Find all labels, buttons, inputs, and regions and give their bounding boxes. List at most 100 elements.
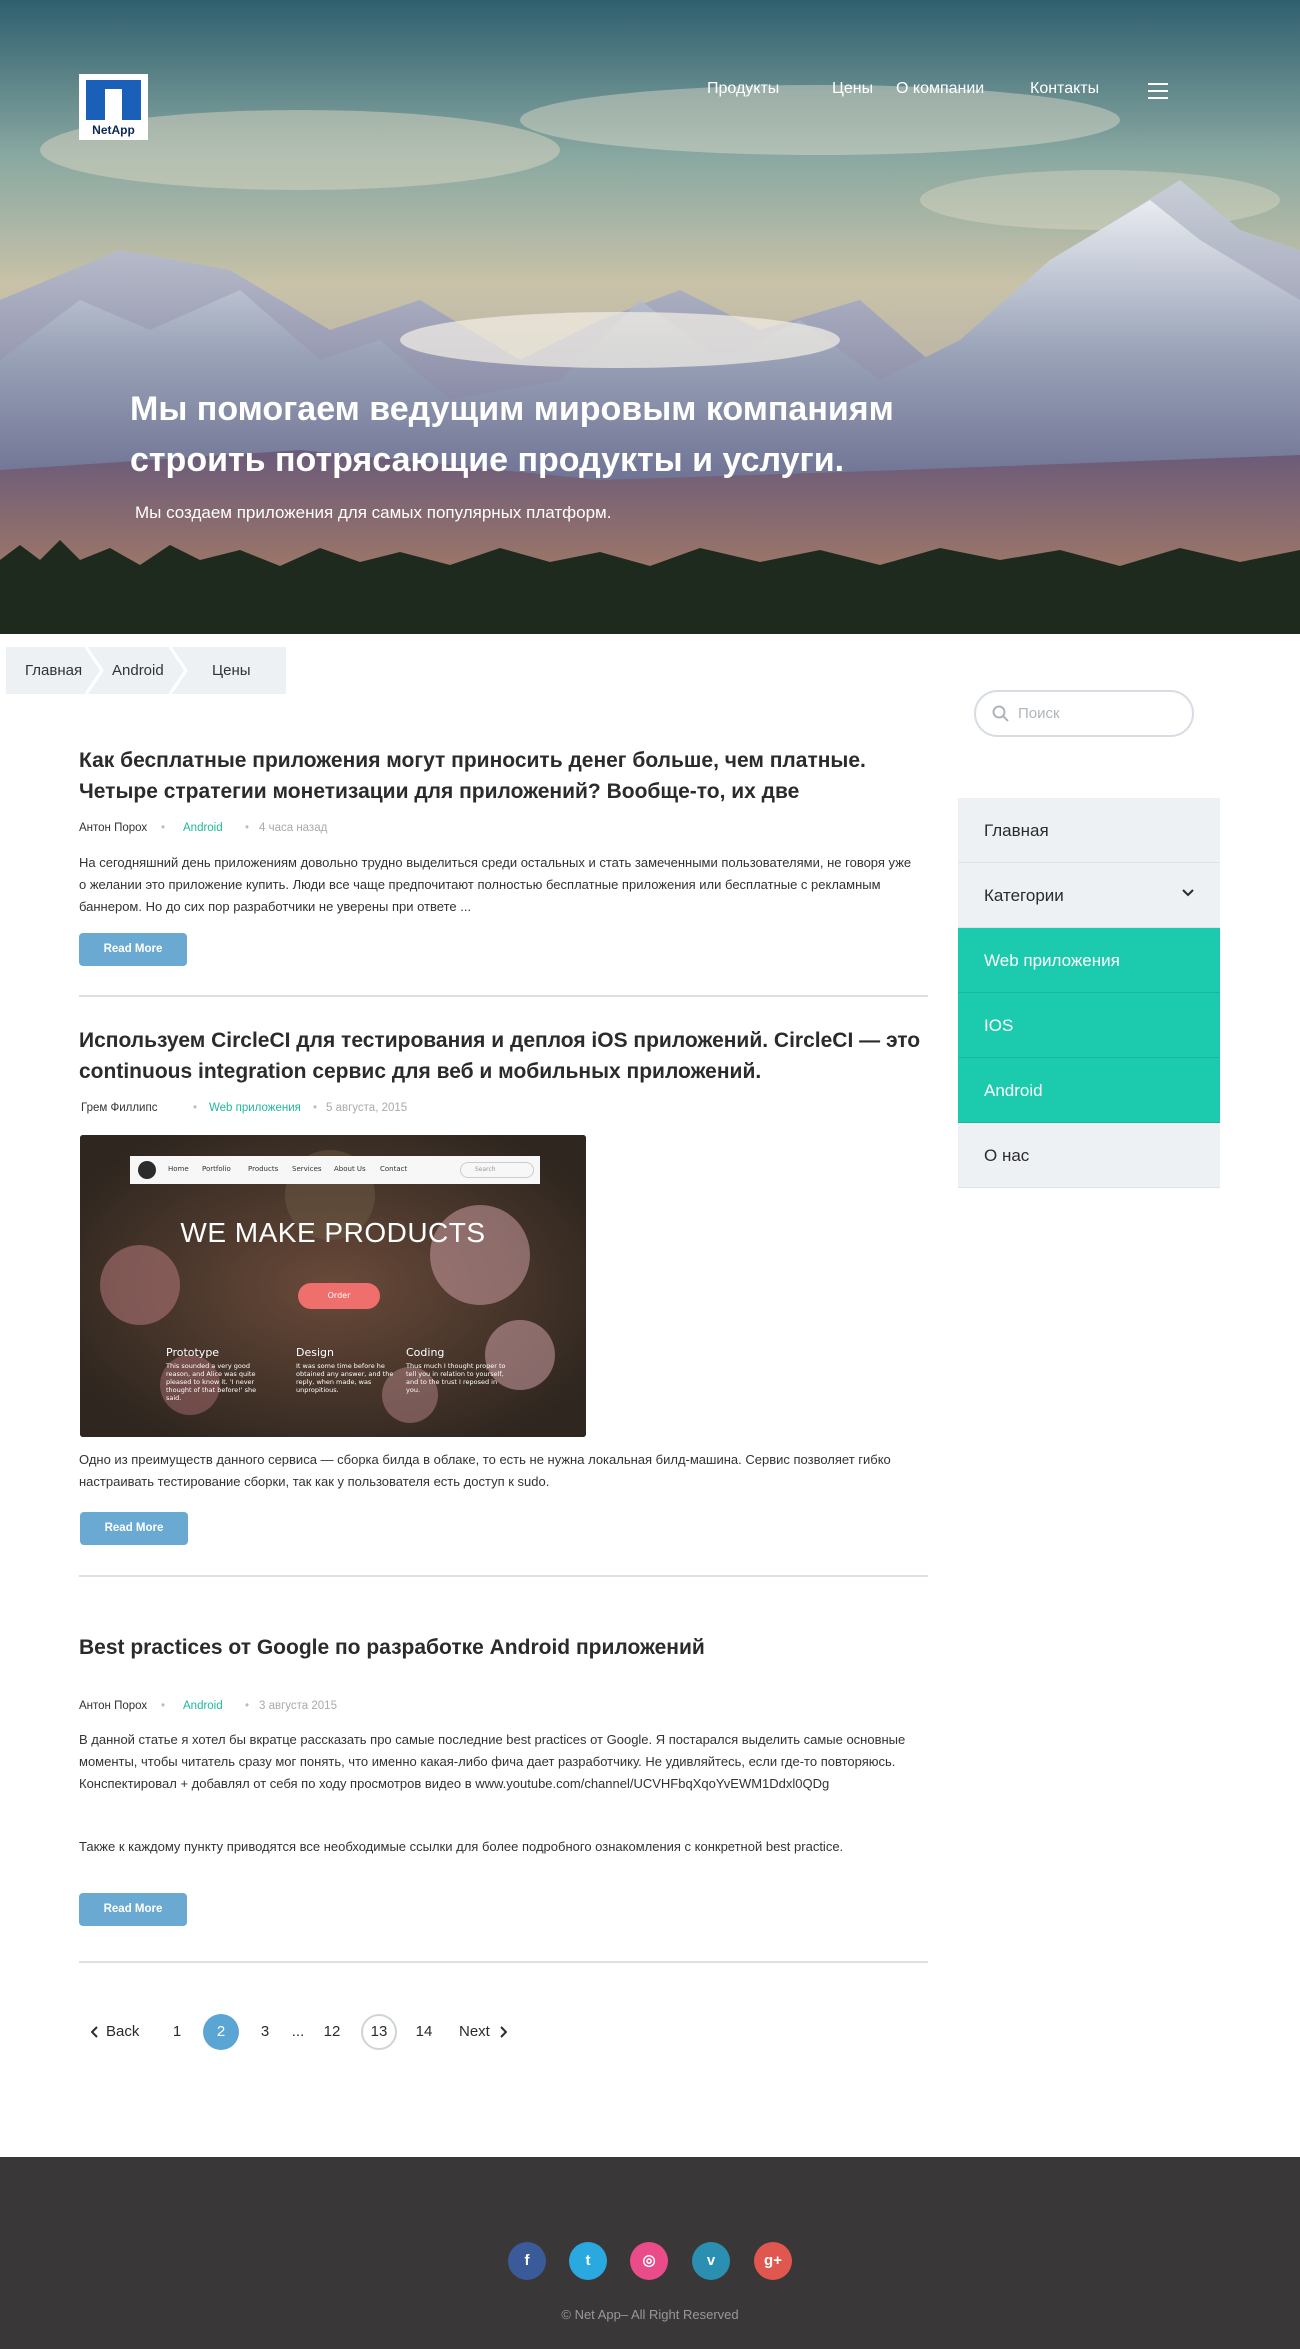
netapp-logo[interactable]: NetApp xyxy=(79,74,148,140)
pagination-page[interactable]: 12 xyxy=(320,2014,344,2050)
post-author[interactable]: Антон Порох xyxy=(79,822,147,834)
breadcrumb-separator-icon xyxy=(84,647,104,694)
sidebar-menu: Главная Категории Web приложения IOS And… xyxy=(958,798,1220,1188)
facebook-icon[interactable]: f xyxy=(508,2242,546,2280)
post-excerpt: Одно из преимуществ данного сервиса — сб… xyxy=(79,1452,891,1489)
search-icon xyxy=(992,705,1009,722)
post-date: 4 часа назад xyxy=(259,822,328,834)
meta-separator: • xyxy=(161,1700,166,1712)
mock-feature-title: Coding xyxy=(406,1346,445,1359)
dribbble-icon[interactable]: ◎ xyxy=(630,2242,668,2280)
meta-separator: • xyxy=(245,822,250,834)
mock-nav-link: Home xyxy=(168,1165,189,1173)
mock-search-field: Search xyxy=(460,1162,534,1178)
pagination-back-label: Back xyxy=(106,2023,140,2040)
pagination-page[interactable]: 3 xyxy=(255,2014,275,2050)
chevron-left-icon xyxy=(91,2026,98,2038)
mock-nav-link: Services xyxy=(292,1165,322,1173)
breadcrumb-separator-icon xyxy=(168,647,188,694)
hero-title: Мы помогаем ведущим мировым компаниям ст… xyxy=(130,390,894,479)
sidebar-item-categories[interactable]: Категории xyxy=(958,863,1220,928)
nav-item-about[interactable]: О компании xyxy=(896,80,984,98)
netapp-logo-icon xyxy=(86,80,141,120)
pagination-page[interactable]: 1 xyxy=(167,2014,187,2050)
post-category[interactable]: Web приложения xyxy=(209,1102,301,1114)
sidebar-item-ios[interactable]: IOS xyxy=(958,993,1220,1058)
nav-item-prices[interactable]: Цены xyxy=(832,80,873,98)
google-plus-icon[interactable]: g+ xyxy=(754,2242,792,2280)
sidebar-item-label: Web приложения xyxy=(984,951,1120,970)
nav-item-products[interactable]: Продукты xyxy=(707,80,779,98)
mock-logo-icon xyxy=(138,1161,156,1179)
sidebar-item-label: О нас xyxy=(984,1146,1030,1165)
breadcrumb-item-prices[interactable]: Цены xyxy=(212,647,251,694)
chevron-down-icon xyxy=(1182,889,1194,897)
post-divider xyxy=(79,995,928,997)
read-more-button[interactable]: Read More xyxy=(79,933,187,966)
post-divider xyxy=(79,1575,928,1577)
pagination-back-button[interactable]: Back xyxy=(91,2014,151,2050)
hero-subtitle: Мы создаем приложения для самых популярн… xyxy=(135,503,612,522)
post-author[interactable]: Грем Филлипс xyxy=(81,1102,157,1114)
read-more-button[interactable]: Read More xyxy=(80,1512,188,1545)
breadcrumb-item-android[interactable]: Android xyxy=(112,647,164,694)
sidebar-item-home[interactable]: Главная xyxy=(958,798,1220,863)
read-more-button[interactable]: Read More xyxy=(79,1893,187,1926)
nav-item-contacts[interactable]: Контакты xyxy=(1030,80,1099,98)
post-author[interactable]: Антон Порох xyxy=(79,1700,147,1712)
logo-text: NetApp xyxy=(92,123,135,137)
meta-separator: • xyxy=(245,1700,250,1712)
meta-separator: • xyxy=(161,822,166,834)
mock-feature-column: Prototype This sounded a very good reaso… xyxy=(166,1346,266,1402)
sidebar-item-label: Android xyxy=(984,1081,1043,1100)
post-date: 5 августа, 2015 xyxy=(326,1102,408,1114)
pagination-page-current[interactable]: 2 xyxy=(203,2014,239,2050)
mock-headline: WE MAKE PRODUCTS xyxy=(180,1217,486,1248)
mock-order-button: Order xyxy=(298,1283,380,1309)
sidebar-item-label: IOS xyxy=(984,1016,1014,1035)
twitter-icon[interactable]: t xyxy=(569,2242,607,2280)
post-title[interactable]: Best practices от Google по разработке A… xyxy=(79,1632,939,1663)
hero-mountain-background xyxy=(0,0,1300,634)
hero-section: NetApp Продукты Цены О компании Контакты… xyxy=(0,0,1300,634)
mock-nav-link: About Us xyxy=(334,1165,366,1173)
mock-nav-link: Contact xyxy=(380,1165,408,1173)
pagination-next-label: Next xyxy=(459,2023,490,2040)
pagination: Back 1 2 3 ... 12 13 14 Next xyxy=(79,2014,539,2050)
sidebar-item-web-apps[interactable]: Web приложения xyxy=(958,928,1220,993)
sidebar-item-about[interactable]: О нас xyxy=(958,1123,1220,1188)
post-meta: Антон Порох • Android • 4 часа назад xyxy=(79,822,479,838)
breadcrumb-item-home[interactable]: Главная xyxy=(25,647,82,694)
post-date: 3 августа 2015 xyxy=(259,1700,337,1712)
sidebar-item-android[interactable]: Android xyxy=(958,1058,1220,1123)
post-meta: Грем Филлипс • Web приложения • 5 август… xyxy=(79,1102,479,1118)
post-title[interactable]: Используем CircleCI для тестирования и д… xyxy=(79,1025,939,1087)
hamburger-icon[interactable] xyxy=(1148,83,1168,99)
post-excerpt-continued: Также к каждому пункту приводятся все не… xyxy=(79,1839,844,1854)
mock-feature-title: Design xyxy=(296,1346,334,1359)
post-category[interactable]: Android xyxy=(183,822,223,834)
sidebar-item-label: Категории xyxy=(984,886,1064,905)
post-excerpt: На сегодняшний день приложениям довольно… xyxy=(79,855,912,914)
mock-feature-title: Prototype xyxy=(166,1346,220,1359)
mock-feature-column: Design It was some time before he obtain… xyxy=(296,1346,396,1394)
pagination-next-button[interactable]: Next xyxy=(459,2014,519,2050)
post-image[interactable]: Home Portfolio Products Services About U… xyxy=(80,1135,586,1437)
mock-navbar: Home Portfolio Products Services About U… xyxy=(130,1156,540,1184)
post-category[interactable]: Android xyxy=(183,1700,223,1712)
search-placeholder: Поиск xyxy=(1018,705,1060,722)
meta-separator: • xyxy=(313,1102,318,1114)
pagination-page-highlighted[interactable]: 13 xyxy=(361,2014,397,2050)
meta-separator: • xyxy=(193,1102,198,1114)
post-title[interactable]: Как бесплатные приложения могут приносит… xyxy=(79,745,939,807)
post-divider xyxy=(79,1961,928,1963)
mock-nav-link: Portfolio xyxy=(202,1165,231,1173)
search-input[interactable]: Поиск xyxy=(974,690,1194,737)
vimeo-icon[interactable]: v xyxy=(692,2242,730,2280)
mock-feature-column: Coding Thus much I thought proper to tel… xyxy=(406,1346,506,1394)
mock-feature-text: This sounded a very good reason, and Ali… xyxy=(166,1362,257,1402)
mock-nav-link: Products xyxy=(248,1165,279,1173)
pagination-page[interactable]: 14 xyxy=(412,2014,436,2050)
mock-feature-text: Thus much I thought proper to tell you i… xyxy=(406,1362,506,1394)
copyright-text: © Net App– All Right Reserved xyxy=(561,2307,739,2322)
